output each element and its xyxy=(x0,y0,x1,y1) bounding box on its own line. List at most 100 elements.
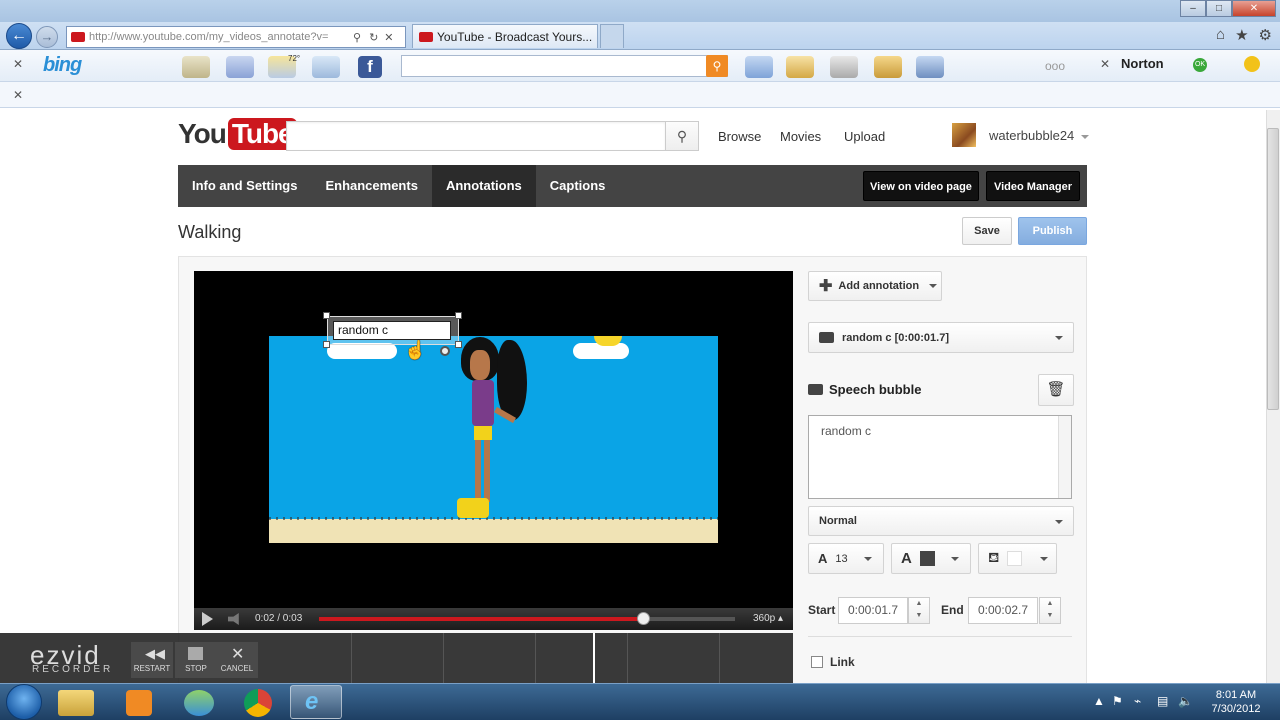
lock-icon[interactable] xyxy=(1244,56,1260,72)
play-button[interactable] xyxy=(202,612,213,626)
bing-search-button[interactable]: ⚲ xyxy=(706,55,728,77)
weather-icon[interactable]: 72° xyxy=(268,54,300,78)
youtube-logo[interactable]: You Tube xyxy=(178,118,297,150)
ezvid-sub: RECORDER xyxy=(32,664,114,675)
news-icon[interactable] xyxy=(182,56,210,78)
nav-movies[interactable]: Movies xyxy=(780,129,821,144)
text-color-select[interactable]: A xyxy=(891,543,971,574)
stop-icon xyxy=(188,647,203,660)
media-player-icon[interactable] xyxy=(126,690,152,716)
minimize-button[interactable]: – xyxy=(1180,0,1206,17)
resize-handle[interactable] xyxy=(323,312,330,319)
games-icon[interactable] xyxy=(874,56,902,78)
ezvid-timeline-cursor[interactable] xyxy=(593,633,595,683)
tab-info-and-settings[interactable]: Info and Settings xyxy=(178,165,311,207)
new-tab-button[interactable] xyxy=(600,24,624,48)
norton-close-icon[interactable]: ✕ xyxy=(1100,57,1110,71)
internet-explorer-icon[interactable]: e xyxy=(290,685,342,719)
volume-tray-icon[interactable]: 🔈 xyxy=(1178,694,1193,708)
chrome-icon[interactable] xyxy=(244,689,272,717)
annotation-select[interactable]: random c [0:00:01.7] xyxy=(808,322,1074,353)
chevron-down-icon xyxy=(1055,520,1063,524)
network-icon[interactable]: ▤ xyxy=(1157,694,1168,708)
font-size-icon: A xyxy=(818,551,828,566)
forward-button[interactable]: → xyxy=(36,26,58,48)
start-time-input[interactable]: 0:00:01.7 xyxy=(838,597,908,624)
back-button[interactable]: ← xyxy=(6,23,32,49)
tab-captions[interactable]: Captions xyxy=(536,165,620,207)
power-icon[interactable]: ⌁ xyxy=(1134,694,1141,708)
explorer-icon[interactable] xyxy=(58,690,94,716)
style-select[interactable]: Normal xyxy=(808,506,1074,536)
link-checkbox[interactable] xyxy=(811,656,823,668)
publish-button[interactable]: Publish xyxy=(1018,217,1087,245)
messenger-icon[interactable] xyxy=(184,690,214,716)
facebook-icon[interactable]: f xyxy=(358,56,382,78)
home-icon[interactable]: ⌂ xyxy=(1216,26,1225,44)
address-bar[interactable]: http://www.youtube.com/my_videos_annotat… xyxy=(66,26,406,48)
nav-upload[interactable]: Upload xyxy=(844,129,885,144)
hand-cursor-icon: ☝ xyxy=(404,340,427,360)
youtube-search-button[interactable]: ⚲ xyxy=(665,121,699,151)
flag-icon[interactable]: ⚑ xyxy=(1112,694,1123,708)
page-title: Walking xyxy=(178,222,242,242)
nav-browse[interactable]: Browse xyxy=(718,129,761,144)
annotation-text-input[interactable]: random c xyxy=(808,415,1072,499)
toolbar-close-icon[interactable]: ✕ xyxy=(13,57,23,71)
youtube-search-input[interactable] xyxy=(286,121,666,151)
add-annotation-button[interactable]: ✚ Add annotation xyxy=(808,271,942,301)
like-icon[interactable] xyxy=(745,56,773,78)
norton-status-icon[interactable]: OK xyxy=(1193,58,1207,72)
toolbar2-close-icon[interactable]: ✕ xyxy=(13,88,23,102)
movies-icon[interactable] xyxy=(830,56,858,78)
start-time-stepper[interactable]: ▲ ▼ xyxy=(908,597,930,624)
video-icon[interactable] xyxy=(916,56,944,78)
star-icon[interactable]: ★ xyxy=(1235,26,1248,44)
annotation-overlay-text[interactable]: random c xyxy=(333,321,451,340)
mail-icon[interactable] xyxy=(312,56,340,78)
start-button[interactable] xyxy=(6,684,42,720)
video-manager-button[interactable]: Video Manager xyxy=(986,171,1080,201)
resize-handle[interactable] xyxy=(455,312,462,319)
username-menu[interactable]: waterbubble24 xyxy=(989,128,1089,143)
gear-icon[interactable]: ⚙ xyxy=(1259,26,1272,44)
search-icon[interactable]: ⚲ xyxy=(353,31,361,44)
tab-annotations[interactable]: Annotations xyxy=(431,165,536,207)
delete-annotation-button[interactable]: 🗑 xyxy=(1038,374,1074,406)
ezvid-stop-button[interactable]: STOP xyxy=(175,642,217,678)
ezvid-timeline[interactable] xyxy=(260,633,793,683)
browser-tab-youtube[interactable]: YouTube - Broadcast Yours... × xyxy=(412,24,607,48)
textarea-scrollbar[interactable] xyxy=(1058,416,1071,498)
tab-enhancements[interactable]: Enhancements xyxy=(311,165,431,207)
avatar[interactable] xyxy=(952,123,976,147)
end-time-input[interactable]: 0:00:02.7 xyxy=(968,597,1038,624)
font-size-select[interactable]: A 13 xyxy=(808,543,884,574)
maximize-button[interactable]: □ xyxy=(1206,0,1232,17)
save-button[interactable]: Save xyxy=(962,217,1012,245)
close-window-button[interactable]: ✕ xyxy=(1232,0,1276,17)
refresh-icon[interactable]: ↻ xyxy=(369,31,378,44)
tray-expand-icon[interactable]: ▲ xyxy=(1093,694,1105,708)
ezvid-cancel-button[interactable]: ✕ CANCEL xyxy=(216,642,258,678)
stop-icon[interactable]: ✕ xyxy=(384,31,393,44)
end-label: End xyxy=(941,603,964,617)
time-display: 0:02 / 0:03 xyxy=(255,613,303,624)
more-icon[interactable]: ooo xyxy=(1045,59,1065,73)
browser-right-icons: ⌂ ★ ⚙ xyxy=(1216,26,1272,44)
page-scrollbar-thumb[interactable] xyxy=(1267,128,1279,410)
resize-handle[interactable] xyxy=(323,341,330,348)
background-color-select[interactable]: ⛾ xyxy=(978,543,1057,574)
bing-search-input[interactable] xyxy=(401,55,728,77)
bubble-tail-handle[interactable] xyxy=(440,346,450,356)
end-time-stepper[interactable]: ▲ ▼ xyxy=(1039,597,1061,624)
trending-icon[interactable] xyxy=(786,56,814,78)
maps-icon[interactable] xyxy=(226,56,254,78)
resize-handle[interactable] xyxy=(455,341,462,348)
view-on-video-page-button[interactable]: View on video page xyxy=(863,171,979,201)
norton-label[interactable]: Norton xyxy=(1121,56,1164,71)
quality-selector[interactable]: 360p ▴ xyxy=(753,613,783,624)
annotation-type-heading: Speech bubble xyxy=(808,382,921,397)
system-clock[interactable]: 8:01 AM 7/30/2012 xyxy=(1200,688,1272,716)
ezvid-restart-button[interactable]: ◀◀ RESTART xyxy=(131,642,173,678)
chevron-down-icon xyxy=(950,556,959,561)
